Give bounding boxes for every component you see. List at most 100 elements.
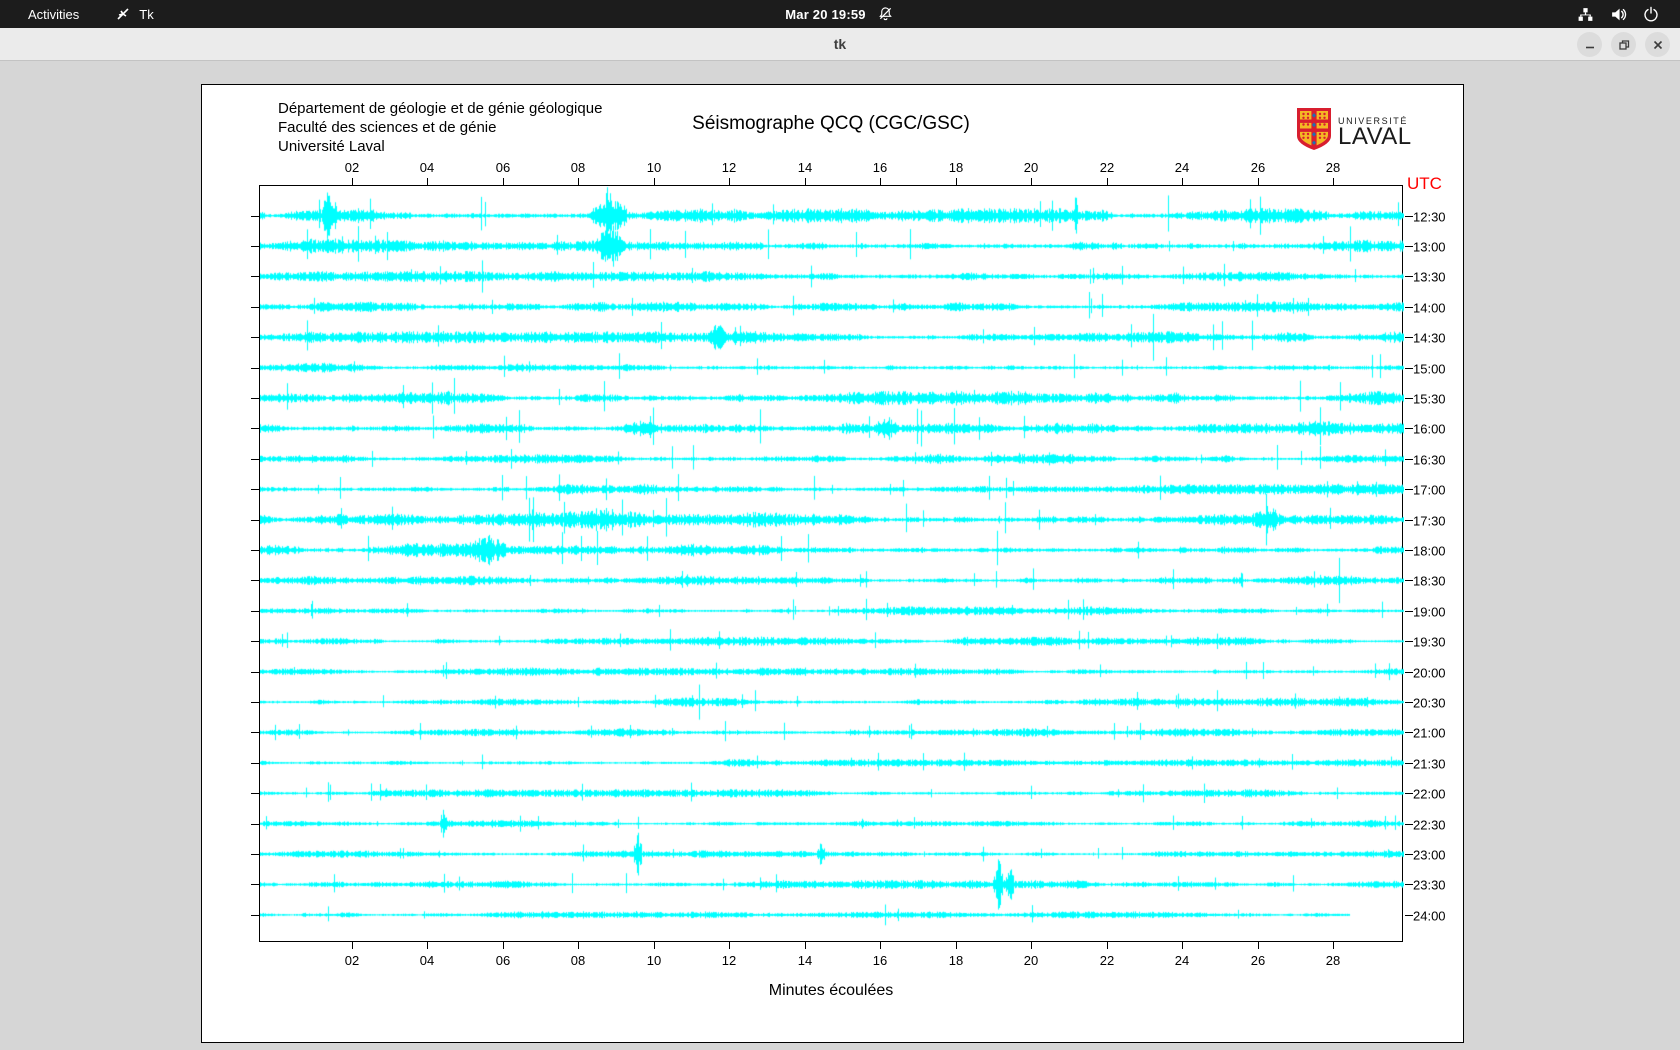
x-tick bbox=[578, 942, 579, 949]
row-tick-right bbox=[1405, 915, 1413, 916]
x-tick bbox=[352, 942, 353, 949]
x-tick bbox=[880, 178, 881, 185]
row-tick-right bbox=[1405, 793, 1413, 794]
x-tick-label: 16 bbox=[872, 160, 888, 175]
seismograph-window: Département de géologie et de génie géol… bbox=[201, 84, 1464, 1043]
window-title: tk bbox=[833, 36, 847, 52]
x-tick-label: 22 bbox=[1099, 953, 1115, 968]
app-menu-label: Tk bbox=[139, 6, 154, 22]
x-tick-label: 20 bbox=[1023, 953, 1039, 968]
maximize-button[interactable] bbox=[1611, 32, 1636, 57]
x-tick-label: 10 bbox=[646, 953, 662, 968]
x-tick bbox=[1333, 942, 1334, 949]
row-tick-right bbox=[1405, 368, 1413, 369]
x-tick-label: 28 bbox=[1325, 953, 1341, 968]
x-tick-label: 06 bbox=[495, 953, 511, 968]
page-title: Séismographe QCQ (CGC/GSC) bbox=[692, 113, 970, 134]
row-tick-right bbox=[1405, 824, 1413, 825]
x-tick-label: 24 bbox=[1174, 953, 1190, 968]
x-tick bbox=[578, 178, 579, 185]
utc-time-label: 16:00 bbox=[1413, 421, 1446, 437]
utc-time-label: 13:00 bbox=[1413, 239, 1446, 255]
window-titlebar[interactable]: tk bbox=[0, 28, 1680, 61]
row-tick-left bbox=[251, 702, 259, 703]
x-tick bbox=[427, 178, 428, 185]
row-tick-left bbox=[251, 854, 259, 855]
row-tick-left bbox=[251, 611, 259, 612]
x-tick-label: 26 bbox=[1250, 953, 1266, 968]
app-menu[interactable]: Tk bbox=[115, 6, 154, 23]
row-tick-left bbox=[251, 793, 259, 794]
row-tick-right bbox=[1405, 276, 1413, 277]
x-tick bbox=[1182, 178, 1183, 185]
utc-time-label: 24:00 bbox=[1413, 908, 1446, 924]
clock[interactable]: Mar 20 19:59 bbox=[785, 7, 865, 22]
x-tick-label: 12 bbox=[721, 953, 737, 968]
row-tick-left bbox=[251, 520, 259, 521]
x-tick-label: 28 bbox=[1325, 160, 1341, 175]
volume-icon[interactable] bbox=[1610, 6, 1627, 23]
x-tick-label: 20 bbox=[1023, 160, 1039, 175]
row-tick-left bbox=[251, 824, 259, 825]
row-tick-right bbox=[1405, 459, 1413, 460]
utc-time-label: 13:30 bbox=[1413, 269, 1446, 285]
x-tick bbox=[352, 178, 353, 185]
utc-axis-label: UTC bbox=[1407, 174, 1442, 193]
row-tick-left bbox=[251, 337, 259, 338]
utc-time-label: 17:30 bbox=[1413, 513, 1446, 529]
minimize-button[interactable] bbox=[1577, 32, 1602, 57]
utc-time-label: 23:00 bbox=[1413, 847, 1446, 863]
x-tick-label: 22 bbox=[1099, 160, 1115, 175]
top-bar: Activities Tk Mar 20 19:59 bbox=[0, 0, 1680, 28]
address-line-3: Université Laval bbox=[278, 138, 385, 155]
power-icon[interactable] bbox=[1643, 6, 1660, 23]
row-tick-left bbox=[251, 641, 259, 642]
x-tick-label: 08 bbox=[570, 160, 586, 175]
x-tick bbox=[729, 942, 730, 949]
x-tick-label: 02 bbox=[344, 160, 360, 175]
utc-time-label: 20:30 bbox=[1413, 695, 1446, 711]
row-tick-left bbox=[251, 550, 259, 551]
row-tick-right bbox=[1405, 520, 1413, 521]
activities-button[interactable]: Activities bbox=[18, 5, 89, 24]
utc-time-label: 22:00 bbox=[1413, 786, 1446, 802]
x-tick bbox=[805, 178, 806, 185]
x-tick-label: 18 bbox=[948, 160, 964, 175]
x-tick-label: 02 bbox=[344, 953, 360, 968]
x-tick-label: 18 bbox=[948, 953, 964, 968]
laval-shield-icon bbox=[1296, 107, 1332, 156]
row-tick-left bbox=[251, 428, 259, 429]
tk-icon bbox=[115, 6, 132, 23]
row-tick-left bbox=[251, 763, 259, 764]
x-tick bbox=[956, 942, 957, 949]
row-tick-left bbox=[251, 216, 259, 217]
x-tick-label: 10 bbox=[646, 160, 662, 175]
network-wired-icon[interactable] bbox=[1577, 6, 1594, 23]
x-tick bbox=[503, 178, 504, 185]
row-tick-right bbox=[1405, 428, 1413, 429]
logo-text-laval: LAVAL bbox=[1338, 122, 1412, 150]
row-tick-right bbox=[1405, 854, 1413, 855]
notifications-muted-icon bbox=[878, 6, 895, 23]
x-tick bbox=[1333, 178, 1334, 185]
utc-time-label: 15:30 bbox=[1413, 391, 1446, 407]
utc-time-label: 16:30 bbox=[1413, 452, 1446, 468]
row-tick-right bbox=[1405, 580, 1413, 581]
row-tick-left bbox=[251, 489, 259, 490]
utc-time-label: 17:00 bbox=[1413, 482, 1446, 498]
row-tick-right bbox=[1405, 307, 1413, 308]
row-tick-left bbox=[251, 672, 259, 673]
x-tick-label: 26 bbox=[1250, 160, 1266, 175]
x-tick bbox=[1107, 178, 1108, 185]
row-tick-right bbox=[1405, 611, 1413, 612]
utc-time-label: 18:30 bbox=[1413, 573, 1446, 589]
close-button[interactable] bbox=[1645, 32, 1670, 57]
row-tick-left bbox=[251, 398, 259, 399]
row-tick-left bbox=[251, 276, 259, 277]
x-tick-label: 06 bbox=[495, 160, 511, 175]
x-tick-label: 14 bbox=[797, 160, 813, 175]
x-tick bbox=[805, 942, 806, 949]
row-tick-left bbox=[251, 580, 259, 581]
x-tick bbox=[1182, 942, 1183, 949]
utc-time-label: 23:30 bbox=[1413, 877, 1446, 893]
